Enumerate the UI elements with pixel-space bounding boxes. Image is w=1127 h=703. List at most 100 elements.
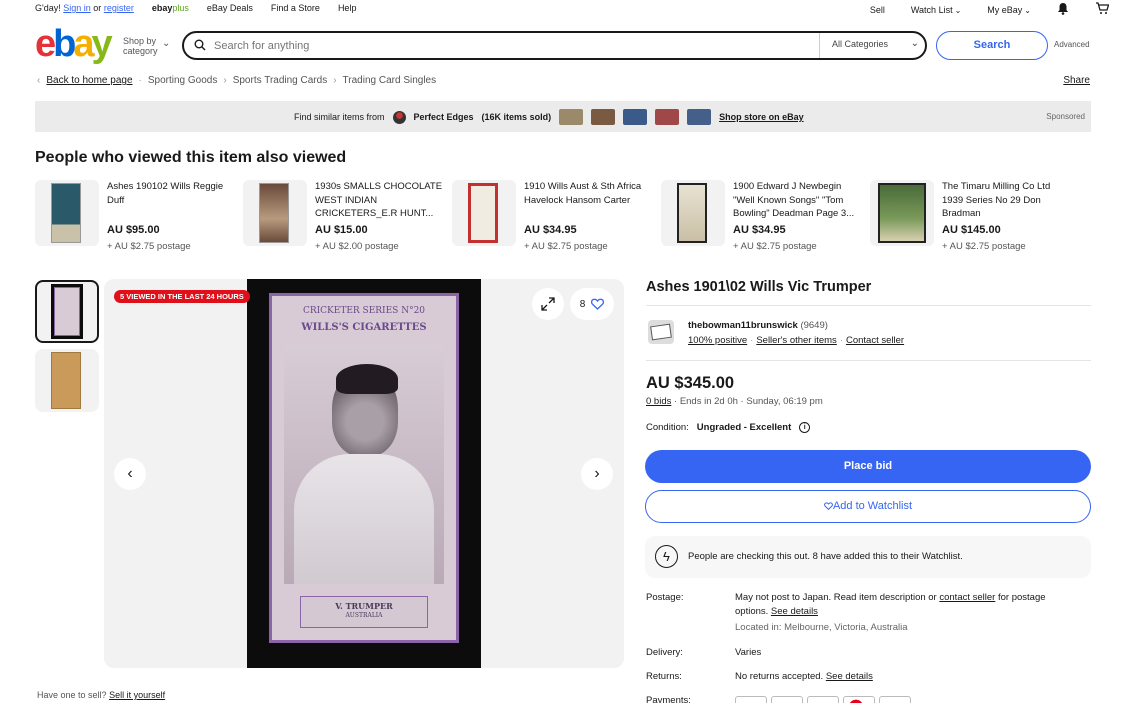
chevron-down-icon: ⌄ bbox=[1024, 5, 1031, 15]
delivery-label: Delivery: bbox=[646, 647, 683, 658]
store-item-thumbnail[interactable] bbox=[559, 109, 584, 125]
chevron-down-icon: ⌄ bbox=[910, 38, 919, 49]
place-bid-button[interactable]: Place bid bbox=[645, 450, 1091, 483]
add-to-watchlist-button[interactable]: Add to Watchlist bbox=[645, 490, 1091, 523]
item-image bbox=[661, 180, 725, 246]
bids-link[interactable]: 0 bids bbox=[646, 396, 671, 407]
item-image bbox=[870, 180, 934, 246]
visa-icon bbox=[807, 696, 839, 703]
divider bbox=[646, 360, 1091, 361]
heart-icon bbox=[591, 298, 605, 310]
item-location: Located in: Melbourne, Victoria, Austral… bbox=[735, 622, 908, 633]
sell-it-prompt: Have one to sell? Sell it yourself bbox=[37, 690, 166, 700]
breadcrumb-item[interactable]: Sports Trading Cards bbox=[233, 75, 328, 86]
find-a-store-link[interactable]: Find a Store bbox=[271, 3, 320, 13]
next-image-button[interactable]: › bbox=[581, 458, 613, 490]
search-bar: All Categories⌄ bbox=[182, 31, 927, 60]
postage-contact-seller-link[interactable]: contact seller bbox=[939, 592, 995, 603]
views-badge: 5 VIEWED IN THE LAST 24 HOURS bbox=[114, 290, 250, 303]
seller-links: 100% positive · Seller's other items · Conta… bbox=[688, 335, 905, 346]
top-navigation-bar: G'day! Sign in or register ebayplus eBay… bbox=[0, 0, 1127, 17]
delivery-value: Varies bbox=[735, 647, 762, 658]
shop-store-link[interactable]: Shop store on eBay bbox=[719, 112, 804, 122]
ebay-logo[interactable]: ebay bbox=[35, 24, 113, 64]
diners-icon bbox=[879, 696, 911, 703]
heart-icon bbox=[824, 502, 833, 511]
greeting: G'day! Sign in or register bbox=[35, 3, 134, 13]
my-ebay-menu[interactable]: My eBay ⌄ bbox=[987, 5, 1031, 15]
current-price: AU $345.00 bbox=[646, 374, 735, 392]
chevron-right-icon: › bbox=[594, 465, 600, 482]
share-link[interactable]: Share bbox=[1063, 75, 1090, 86]
store-item-thumbnail[interactable] bbox=[687, 109, 712, 125]
sponsored-label: Sponsored bbox=[1046, 112, 1085, 121]
shop-by-category-button[interactable]: Shop by category bbox=[123, 36, 158, 56]
breadcrumb: ‹ Back to home page · Sporting Goods › S… bbox=[37, 75, 437, 86]
condition-value: Ungraded - Excellent bbox=[696, 422, 792, 433]
paypal-icon bbox=[735, 696, 767, 703]
sponsored-store-bar: Find similar items from Perfect Edges (1… bbox=[35, 101, 1091, 132]
expand-icon bbox=[541, 297, 555, 311]
ebay-deals-link[interactable]: eBay Deals bbox=[207, 3, 253, 13]
also-viewed-item[interactable]: 1930s SMALLS CHOCOLATE WEST INDIAN CRICK… bbox=[243, 180, 443, 255]
search-button[interactable]: Search bbox=[936, 31, 1048, 60]
search-input[interactable] bbox=[214, 37, 794, 55]
item-image bbox=[452, 180, 516, 246]
chevron-right-icon: › bbox=[333, 75, 337, 86]
payments-label: Payments: bbox=[646, 695, 691, 703]
also-viewed-item[interactable]: The Timaru Milling Co Ltd 1939 Series No… bbox=[870, 180, 1070, 255]
previous-image-button[interactable]: ‹ bbox=[114, 458, 146, 490]
info-icon[interactable]: i bbox=[799, 422, 811, 433]
breadcrumb-item[interactable]: Trading Card Singles bbox=[343, 75, 437, 86]
chevron-down-icon: ⌄ bbox=[162, 38, 171, 49]
store-item-thumbnail[interactable] bbox=[655, 109, 680, 125]
expand-button[interactable] bbox=[532, 288, 564, 320]
postage-see-details-link[interactable]: See details bbox=[771, 606, 818, 617]
store-item-thumbnail[interactable] bbox=[591, 109, 616, 125]
sign-in-link[interactable]: Sign in bbox=[63, 3, 91, 13]
register-link[interactable]: register bbox=[104, 3, 134, 13]
store-item-thumbnail[interactable] bbox=[623, 109, 648, 125]
chevron-right-icon: › bbox=[223, 75, 227, 86]
sellers-other-items-link[interactable]: Seller's other items bbox=[756, 335, 836, 346]
store-name[interactable]: Perfect Edges bbox=[414, 112, 474, 122]
advanced-search-link[interactable]: Advanced bbox=[1054, 40, 1090, 49]
watchers-notice: ϟ People are checking this out. 8 have a… bbox=[645, 536, 1091, 578]
bid-info: 0 bids · Ends in 2d 0h · Sunday, 06:19 p… bbox=[646, 396, 823, 407]
seller-avatar[interactable] bbox=[648, 320, 674, 344]
store-logo-icon bbox=[392, 110, 406, 124]
returns-label: Returns: bbox=[646, 671, 682, 682]
back-to-home-link[interactable]: Back to home page bbox=[46, 75, 132, 86]
condition-row: Condition: Ungraded - Excellent i bbox=[646, 422, 811, 433]
sell-it-yourself-link[interactable]: Sell it yourself bbox=[109, 690, 165, 700]
gallery-thumbnail-front[interactable] bbox=[35, 280, 99, 343]
ebay-plus-link[interactable]: ebayplus bbox=[152, 3, 189, 13]
help-link[interactable]: Help bbox=[338, 3, 357, 13]
item-title: Ashes 1901\02 Wills Vic Trumper bbox=[646, 279, 872, 295]
divider bbox=[646, 305, 1091, 306]
seller-name[interactable]: thebowman11brunswick (9649) bbox=[688, 320, 828, 331]
chevron-left-icon: ‹ bbox=[127, 465, 133, 482]
also-viewed-item[interactable]: Ashes 190102 Wills Reggie Duff AU $95.00… bbox=[35, 180, 235, 255]
breadcrumb-item[interactable]: Sporting Goods bbox=[148, 75, 218, 86]
seller-feedback-score: (9649) bbox=[800, 320, 828, 331]
watch-list-menu[interactable]: Watch List ⌄ bbox=[911, 5, 961, 15]
category-select[interactable]: All Categories ⌄ bbox=[819, 33, 927, 58]
googlepay-icon bbox=[771, 696, 803, 703]
also-viewed-item[interactable]: 1910 Wills Aust & Sth Africa Havelock Ha… bbox=[452, 180, 652, 255]
gallery-thumbnail-back[interactable] bbox=[35, 349, 99, 412]
cricket-card-picture: CRICKETER SERIES N°20 WILLS'S CIGARETTES… bbox=[269, 293, 459, 643]
cart-icon[interactable] bbox=[1095, 2, 1110, 17]
mastercard-icon bbox=[843, 696, 875, 703]
main-image-viewer[interactable]: CRICKETER SERIES N°20 WILLS'S CIGARETTES… bbox=[104, 279, 624, 668]
also-viewed-item[interactable]: 1900 Edward J Newbegin "Well Known Songs… bbox=[661, 180, 861, 255]
returns-see-details-link[interactable]: See details bbox=[826, 671, 873, 682]
sell-link[interactable]: Sell bbox=[870, 5, 885, 15]
bell-icon[interactable] bbox=[1057, 2, 1069, 17]
returns-value: No returns accepted. See details bbox=[735, 671, 873, 682]
contact-seller-link[interactable]: Contact seller bbox=[846, 335, 904, 346]
also-viewed-heading: People who viewed this item also viewed bbox=[35, 149, 347, 166]
chevron-left-icon: ‹ bbox=[37, 75, 41, 86]
watch-count-button[interactable]: 8 bbox=[570, 288, 614, 320]
positive-feedback-link[interactable]: 100% positive bbox=[688, 335, 747, 346]
